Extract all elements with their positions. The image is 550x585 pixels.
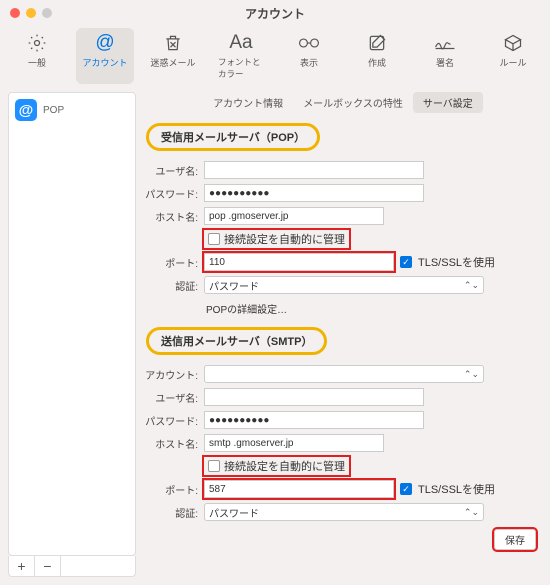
incoming-auto-checkbox[interactable] (208, 233, 220, 245)
toolbar-accounts[interactable]: @ アカウント (76, 28, 134, 84)
titlebar: アカウント (0, 0, 550, 26)
outgoing-port-input[interactable]: 587 (204, 480, 394, 498)
incoming-user-input[interactable] (204, 161, 424, 179)
outgoing-auto-label: 接続設定を自動的に管理 (224, 458, 345, 474)
trash-icon (163, 32, 183, 54)
incoming-pass-input[interactable]: ●●●●●●●●●● (204, 184, 424, 202)
gear-icon (27, 32, 47, 54)
outgoing-auth-label: 認証: (144, 505, 204, 520)
outgoing-pass-label: パスワード: (144, 413, 204, 428)
outgoing-tls-checkbox[interactable]: ✓ (400, 483, 412, 495)
main-panel: アカウント情報 メールボックスの特性 サーバ設定 受信用メールサーバ（POP） … (144, 92, 542, 577)
outgoing-user-label: ユーザ名: (144, 390, 204, 405)
tab-mailbox-behaviors[interactable]: メールボックスの特性 (293, 92, 413, 113)
remove-account-button[interactable]: − (35, 556, 61, 576)
incoming-tls-label: TLS/SSLを使用 (418, 254, 495, 270)
incoming-auth-label: 認証: (144, 278, 204, 293)
at-icon: @ (15, 99, 37, 121)
tabs: アカウント情報 メールボックスの特性 サーバ設定 (144, 92, 542, 113)
outgoing-port-label: ポート: (144, 482, 204, 497)
toolbar-fonts[interactable]: Aa フォントとカラー (212, 28, 270, 84)
add-account-button[interactable]: + (9, 556, 35, 576)
chevron-updown-icon: ⌃⌄ (464, 507, 479, 518)
account-list[interactable]: @ POP (8, 92, 136, 556)
window-title: アカウント (0, 5, 550, 22)
incoming-host-label: ホスト名: (144, 209, 204, 224)
sidebar: @ POP + − (8, 92, 136, 577)
tab-server-settings[interactable]: サーバ設定 (413, 92, 483, 113)
incoming-auth-select[interactable]: パスワード ⌃⌄ (204, 276, 484, 294)
incoming-section: 受信用メールサーバ（POP） ユーザ名: パスワード: ●●●●●●●●●● ホ… (144, 119, 542, 323)
incoming-tls-checkbox[interactable]: ✓ (400, 256, 412, 268)
signature-icon (434, 32, 456, 54)
chevron-updown-icon: ⌃⌄ (464, 280, 479, 291)
incoming-port-label: ポート: (144, 255, 204, 270)
incoming-port-input[interactable]: 110 (204, 253, 394, 271)
outgoing-heading: 送信用メールサーバ（SMTP） (146, 327, 327, 355)
account-type-label: POP (43, 105, 64, 116)
toolbar-composing[interactable]: 作成 (348, 28, 406, 84)
toolbar-junk[interactable]: 迷惑メール (144, 28, 202, 84)
toolbar-rules[interactable]: ルール (484, 28, 542, 84)
tab-account-info[interactable]: アカウント情報 (203, 92, 293, 113)
save-button[interactable]: 保存 (494, 529, 536, 550)
pop-advanced-button[interactable]: POPの詳細設定… (204, 301, 287, 316)
toolbar: 一般 @ アカウント 迷惑メール Aa フォントとカラー 表示 作成 署名 (0, 26, 550, 92)
glasses-icon (298, 32, 320, 54)
outgoing-host-input[interactable]: smtp .gmoserver.jp (204, 434, 384, 452)
at-icon: @ (95, 32, 114, 54)
outgoing-host-label: ホスト名: (144, 436, 204, 451)
chevron-updown-icon: ⌃⌄ (464, 369, 479, 380)
incoming-pass-label: パスワード: (144, 186, 204, 201)
incoming-auto-label: 接続設定を自動的に管理 (224, 231, 345, 247)
outgoing-account-label: アカウント: (144, 367, 204, 382)
toolbar-signatures[interactable]: 署名 (416, 28, 474, 84)
toolbar-viewing[interactable]: 表示 (280, 28, 338, 84)
incoming-host-input[interactable]: pop .gmoserver.jp (204, 207, 384, 225)
outgoing-user-input[interactable] (204, 388, 424, 406)
outgoing-pass-input[interactable]: ●●●●●●●●●● (204, 411, 424, 429)
incoming-heading: 受信用メールサーバ（POP） (146, 123, 320, 151)
font-icon: Aa (229, 32, 252, 54)
outgoing-account-select[interactable]: ⌃⌄ (204, 365, 484, 383)
account-list-item[interactable]: @ POP (9, 93, 135, 127)
outgoing-section: 送信用メールサーバ（SMTP） アカウント: ⌃⌄ ユーザ名: パスワード: ●… (144, 323, 542, 527)
outgoing-auto-checkbox[interactable] (208, 460, 220, 472)
incoming-user-label: ユーザ名: (144, 163, 204, 178)
compose-icon (367, 32, 387, 54)
toolbar-general[interactable]: 一般 (8, 28, 66, 84)
outgoing-tls-label: TLS/SSLを使用 (418, 481, 495, 497)
rules-icon (503, 32, 523, 54)
outgoing-auth-select[interactable]: パスワード ⌃⌄ (204, 503, 484, 521)
